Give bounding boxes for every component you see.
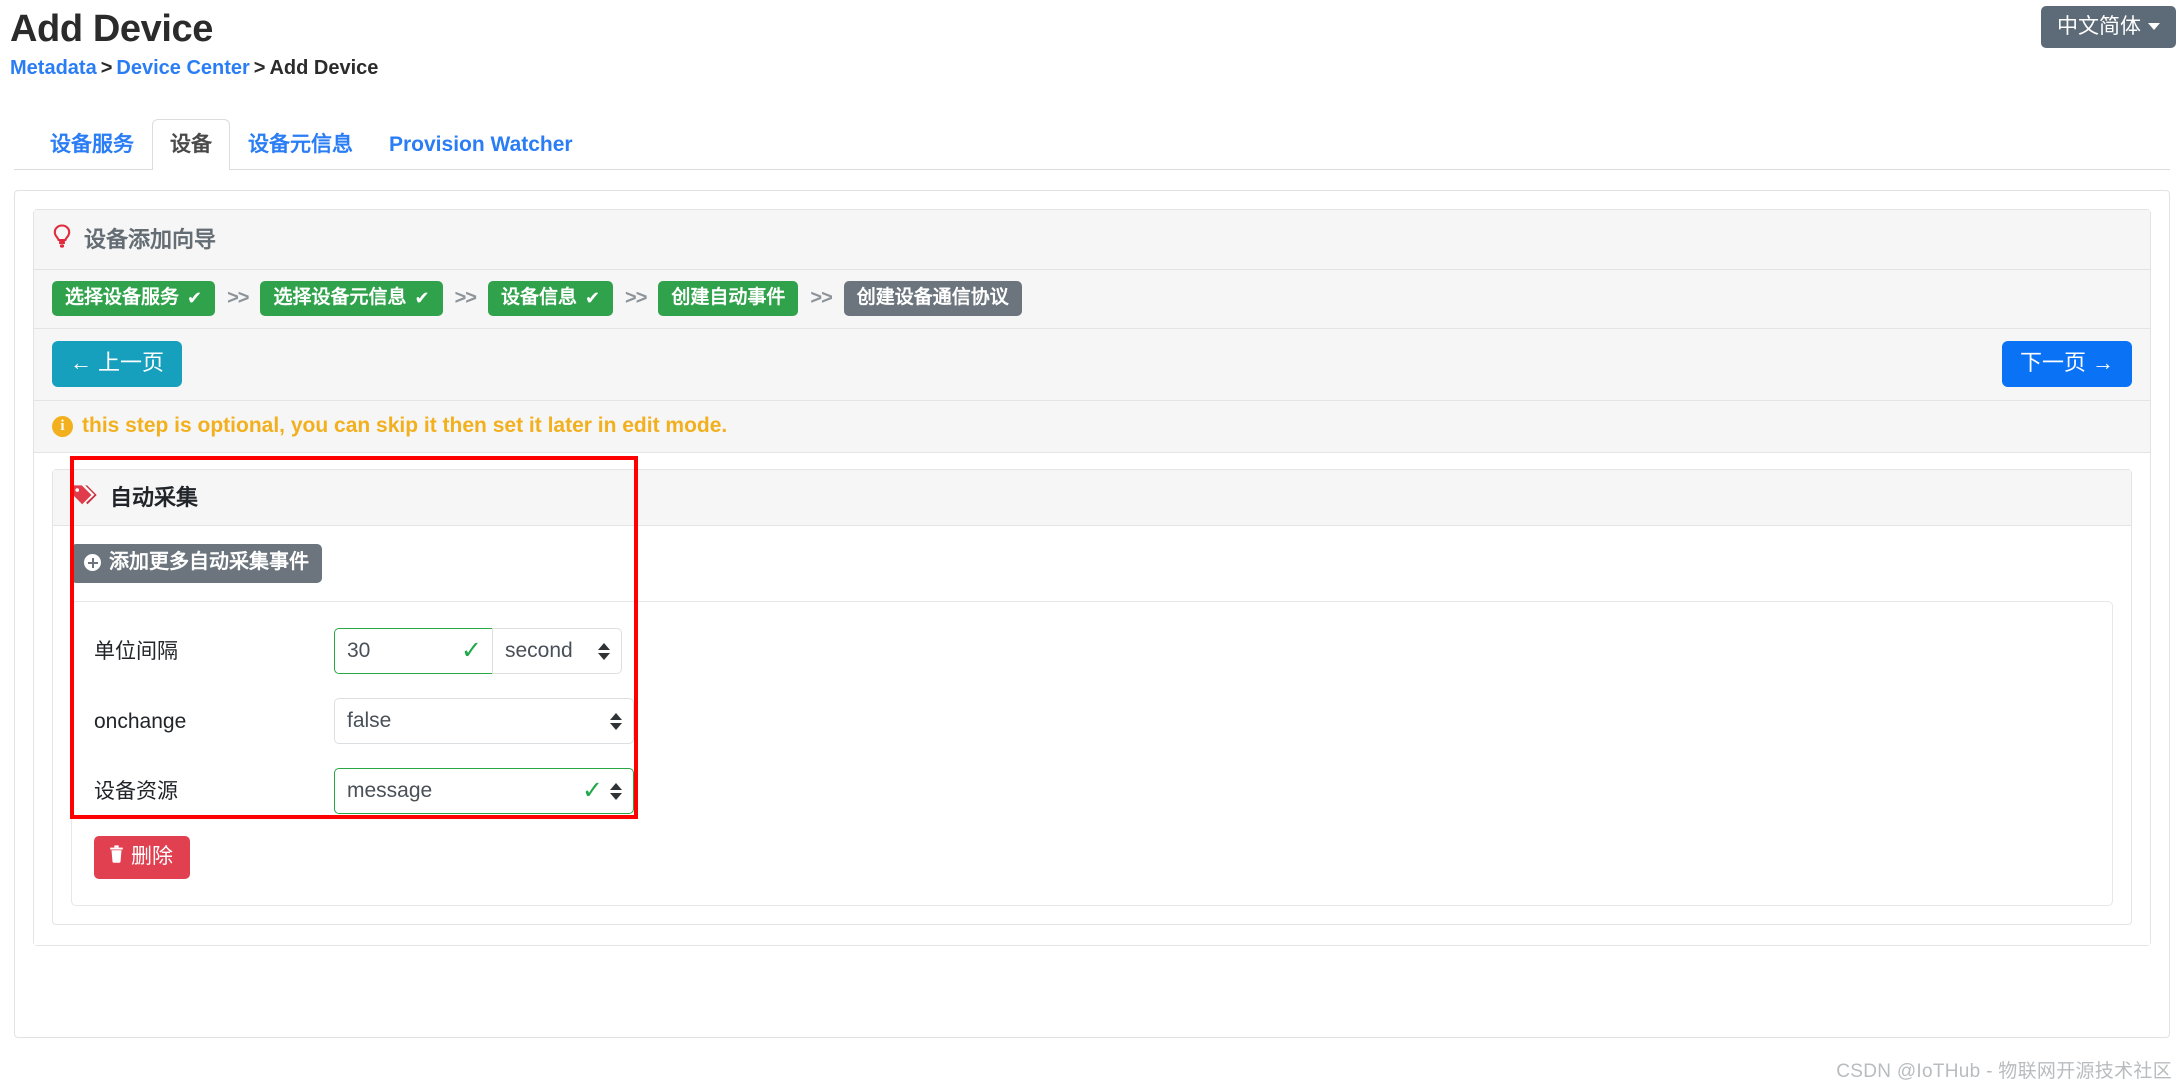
info-icon: i bbox=[52, 415, 73, 437]
tab-provision-watcher[interactable]: Provision Watcher bbox=[371, 119, 591, 170]
tab-device-profile[interactable]: 设备元信息 bbox=[230, 119, 371, 170]
select-spinner-icon bbox=[610, 710, 622, 732]
previous-page-label: 上一页 bbox=[98, 349, 165, 375]
interval-label: 单位间隔 bbox=[94, 639, 178, 663]
step-separator-1: >> bbox=[227, 286, 249, 309]
check-icon: ✔ bbox=[187, 287, 203, 308]
trash-icon bbox=[109, 845, 124, 868]
wizard-step-label: 设备信息 bbox=[500, 287, 577, 308]
wizard-title: 设备添加向导 bbox=[84, 226, 217, 252]
breadcrumb: Metadata > Device Center > Add Device bbox=[10, 57, 2184, 80]
wizard-step-label: 创建设备通信协议 bbox=[856, 287, 1009, 308]
valid-check-icon: ✓ bbox=[582, 776, 603, 805]
interval-input-wrap: ✓ bbox=[334, 628, 492, 675]
step-separator-3: >> bbox=[625, 286, 647, 309]
wizard-steps: 选择设备服务 ✔ >> 选择设备元信息 ✔ >> 设备信息 ✔ >> 创建自动事… bbox=[34, 270, 2150, 329]
add-more-autoevents-button[interactable]: 添加更多自动采集事件 bbox=[71, 544, 322, 584]
plus-circle-icon bbox=[84, 554, 101, 572]
interval-unit-select[interactable]: second bbox=[492, 628, 622, 675]
add-more-autoevents-label: 添加更多自动采集事件 bbox=[109, 551, 309, 574]
interval-unit-value: second bbox=[505, 639, 573, 663]
autoevent-card-header: 自动采集 bbox=[53, 470, 2131, 527]
breadcrumb-item-metadata[interactable]: Metadata bbox=[10, 57, 97, 79]
lightbulb-icon bbox=[52, 224, 72, 255]
check-icon: ✔ bbox=[584, 287, 601, 308]
interval-row: 单位间隔 ✓ second bbox=[94, 628, 2090, 675]
onchange-label: onchange bbox=[94, 709, 187, 733]
autoevent-card-title: 自动采集 bbox=[110, 484, 199, 510]
check-icon: ✔ bbox=[414, 287, 430, 308]
chevron-down-icon bbox=[2148, 23, 2160, 31]
device-resource-row: 设备资源 message ✓ bbox=[94, 768, 2090, 815]
interval-field-group: ✓ second bbox=[334, 628, 622, 675]
wizard-step-label: 创建自动事件 bbox=[671, 287, 786, 308]
onchange-select[interactable]: false bbox=[334, 698, 634, 745]
step-separator-4: >> bbox=[810, 286, 832, 309]
wizard-step-create-autoevent[interactable]: 创建自动事件 bbox=[658, 281, 799, 316]
device-resource-value: message bbox=[347, 779, 433, 803]
tab-device-service[interactable]: 设备服务 bbox=[32, 119, 152, 170]
optional-step-notice: i this step is optional, you can skip it… bbox=[34, 401, 2150, 454]
select-spinner-icon bbox=[598, 640, 610, 662]
previous-page-button[interactable]: ← 上一页 bbox=[52, 340, 183, 388]
next-page-label: 下一页 bbox=[2019, 349, 2086, 375]
wizard-step-label: 选择设备服务 bbox=[65, 287, 180, 308]
breadcrumb-item-add-device: Add Device bbox=[269, 57, 379, 79]
onchange-value: false bbox=[347, 709, 392, 733]
language-selector-label: 中文简体 bbox=[2057, 15, 2141, 38]
wizard-step-select-device-service[interactable]: 选择设备服务 ✔ bbox=[52, 281, 216, 316]
wizard-body: 自动采集 添加更多自动采集事件 单位间隔 30 ✓ second onchang… bbox=[34, 453, 2150, 946]
page-header: Add Device Metadata > Device Center > Add De… bbox=[0, 0, 2184, 96]
wizard-header: 设备添加向导 bbox=[34, 210, 2150, 270]
wizard-navigation: ← 上一页 下一页 → bbox=[34, 328, 2150, 402]
wizard-step-label: 选择设备元信息 bbox=[273, 287, 407, 308]
device-resource-select[interactable]: message ✓ bbox=[334, 768, 634, 815]
select-spinner-icon bbox=[610, 780, 622, 802]
wizard-step-create-protocol[interactable]: 创建设备通信协议 bbox=[843, 281, 1022, 316]
main-panel: 设备添加向导 选择设备服务 ✔ >> 选择设备元信息 ✔ >> 设备信息 ✔ >… bbox=[14, 190, 2170, 1038]
onchange-row: onchange false bbox=[94, 698, 2090, 745]
arrow-left-icon: ← bbox=[70, 349, 92, 375]
tags-icon bbox=[71, 484, 99, 511]
tab-device[interactable]: 设备 bbox=[152, 118, 230, 170]
autoevent-item: 单位间隔 ✓ second bbox=[71, 601, 2113, 907]
next-page-button[interactable]: 下一页 → bbox=[2001, 340, 2132, 388]
breadcrumb-separator-1: > bbox=[100, 57, 113, 79]
autoevent-card-body: 添加更多自动采集事件 单位间隔 ✓ bbox=[53, 526, 2131, 924]
optional-step-notice-text: this step is optional, you can skip it t… bbox=[82, 414, 728, 438]
language-selector-button[interactable]: 中文简体 bbox=[2041, 6, 2176, 49]
breadcrumb-item-device-center[interactable]: Device Center bbox=[116, 57, 249, 79]
wizard-step-device-info[interactable]: 设备信息 ✔ bbox=[487, 281, 614, 316]
delete-autoevent-button[interactable]: 删除 bbox=[94, 836, 190, 880]
watermark: CSDN @IoTHub - 物联网开源技术社区 bbox=[1836, 1061, 2172, 1082]
autoevent-card: 自动采集 添加更多自动采集事件 单位间隔 30 ✓ second onchang… bbox=[52, 469, 2132, 926]
device-resource-label: 设备资源 bbox=[94, 779, 178, 803]
step-separator-2: >> bbox=[454, 286, 477, 309]
device-add-wizard: 设备添加向导 选择设备服务 ✔ >> 选择设备元信息 ✔ >> 设备信息 ✔ >… bbox=[33, 209, 2151, 947]
tab-bar: 设备服务 设备 设备元信息 Provision Watcher bbox=[14, 114, 2170, 170]
interval-input[interactable] bbox=[334, 628, 492, 675]
breadcrumb-separator-2: > bbox=[253, 57, 266, 79]
delete-autoevent-label: 删除 bbox=[131, 845, 173, 869]
arrow-right-icon: → bbox=[2092, 349, 2114, 375]
wizard-step-select-device-profile[interactable]: 选择设备元信息 ✔ bbox=[260, 281, 443, 316]
page-title: Add Device bbox=[10, 8, 213, 50]
